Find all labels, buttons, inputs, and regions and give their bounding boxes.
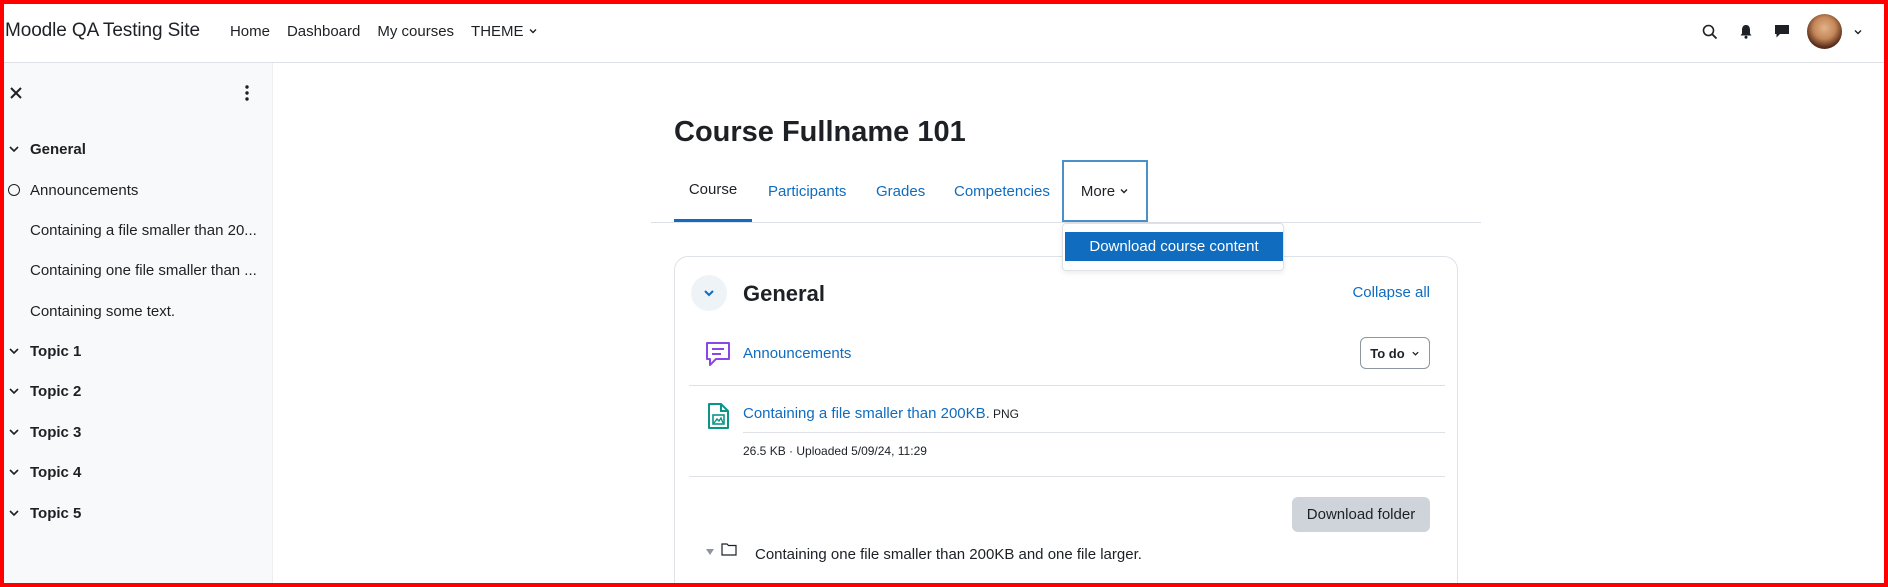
chevron-down-icon — [704, 290, 714, 297]
kebab-menu-icon[interactable] — [240, 83, 254, 103]
tab-grades[interactable]: Grades — [876, 160, 925, 222]
completion-circle-icon — [8, 184, 20, 196]
nav-theme-label: THEME — [471, 22, 524, 40]
chevron-down-icon[interactable] — [8, 385, 20, 397]
chevron-down-icon[interactable] — [8, 507, 20, 519]
forum-icon — [706, 342, 730, 366]
sidebar-section-label: Topic 2 — [30, 382, 82, 400]
secondary-navigation: Course Participants Grades Competencies … — [651, 160, 1481, 223]
divider — [743, 432, 1445, 433]
chevron-down-icon[interactable] — [8, 345, 20, 357]
site-brand[interactable]: Moodle QA Testing Site — [5, 20, 200, 42]
more-dropdown-menu: Download course content — [1062, 223, 1284, 271]
section-title: General — [743, 281, 825, 306]
chevron-down-icon[interactable] — [8, 466, 20, 478]
divider — [689, 385, 1445, 386]
sidebar-section-label: Topic 3 — [30, 423, 82, 441]
chevron-down-icon — [1412, 351, 1419, 356]
download-course-content-item[interactable]: Download course content — [1065, 232, 1283, 261]
file-type-badge: PNG — [993, 407, 1020, 421]
search-icon[interactable] — [1693, 15, 1727, 49]
nav-dashboard[interactable]: Dashboard — [287, 23, 360, 40]
sidebar-section-label: Topic 1 — [30, 342, 82, 360]
tab-course[interactable]: Course — [674, 160, 752, 222]
tree-collapse-icon[interactable] — [705, 547, 715, 557]
sidebar-item-label: Containing one file smaller than ... — [30, 261, 257, 279]
page-title: Course Fullname 101 — [674, 116, 966, 148]
folder-name: Containing one file smaller than 200KB a… — [755, 546, 1142, 563]
nav-home[interactable]: Home — [230, 23, 270, 40]
tab-more[interactable]: More — [1062, 160, 1148, 222]
activity-link-file[interactable]: Containing a file smaller than 200KB. — [743, 405, 990, 422]
sidebar-item-label: Announcements — [30, 181, 139, 199]
completion-label: To do — [1370, 345, 1405, 361]
sidebar-section-label: General — [30, 140, 86, 158]
navbar-actions — [1691, 0, 1888, 63]
completion-dropdown[interactable]: To do — [1360, 337, 1430, 369]
chevron-down-icon[interactable] — [1848, 15, 1868, 49]
avatar[interactable] — [1807, 14, 1842, 49]
tab-participants[interactable]: Participants — [768, 160, 846, 222]
sidebar-item-label: Containing a file smaller than 20... — [30, 221, 257, 239]
chevron-down-icon[interactable] — [8, 426, 20, 438]
bell-icon[interactable] — [1729, 15, 1763, 49]
folder-icon — [721, 543, 737, 556]
tab-competencies[interactable]: Competencies — [954, 160, 1050, 222]
sidebar-item-label: Containing some text. — [30, 302, 176, 320]
divider — [689, 476, 1445, 477]
chevron-down-icon[interactable] — [8, 143, 20, 155]
chat-icon[interactable] — [1765, 15, 1799, 49]
nav-my-courses[interactable]: My courses — [377, 23, 454, 40]
chevron-down-icon — [529, 29, 537, 34]
course-index-drawer: General Announcements Containing a file … — [0, 63, 273, 587]
tab-more-label: More — [1080, 182, 1116, 200]
activity-link-announcements[interactable]: Announcements — [743, 345, 851, 362]
download-folder-button[interactable]: Download folder — [1292, 497, 1430, 532]
course-section-card: General Collapse all Announcements To do… — [674, 256, 1458, 587]
chevron-down-icon — [1120, 189, 1128, 194]
sidebar-section-label: Topic 5 — [30, 504, 82, 522]
section-collapse-button[interactable] — [691, 275, 727, 311]
file-meta: 26.5 KB · Uploaded 5/09/24, 11:29 — [743, 444, 927, 458]
image-file-icon — [708, 403, 729, 429]
top-navbar: Moodle QA Testing Site Home Dashboard My… — [0, 0, 1888, 63]
close-icon[interactable] — [8, 85, 24, 101]
collapse-all-link[interactable]: Collapse all — [1352, 284, 1430, 301]
sidebar-section-label: Topic 4 — [30, 463, 82, 481]
nav-theme[interactable]: THEME — [471, 23, 538, 40]
